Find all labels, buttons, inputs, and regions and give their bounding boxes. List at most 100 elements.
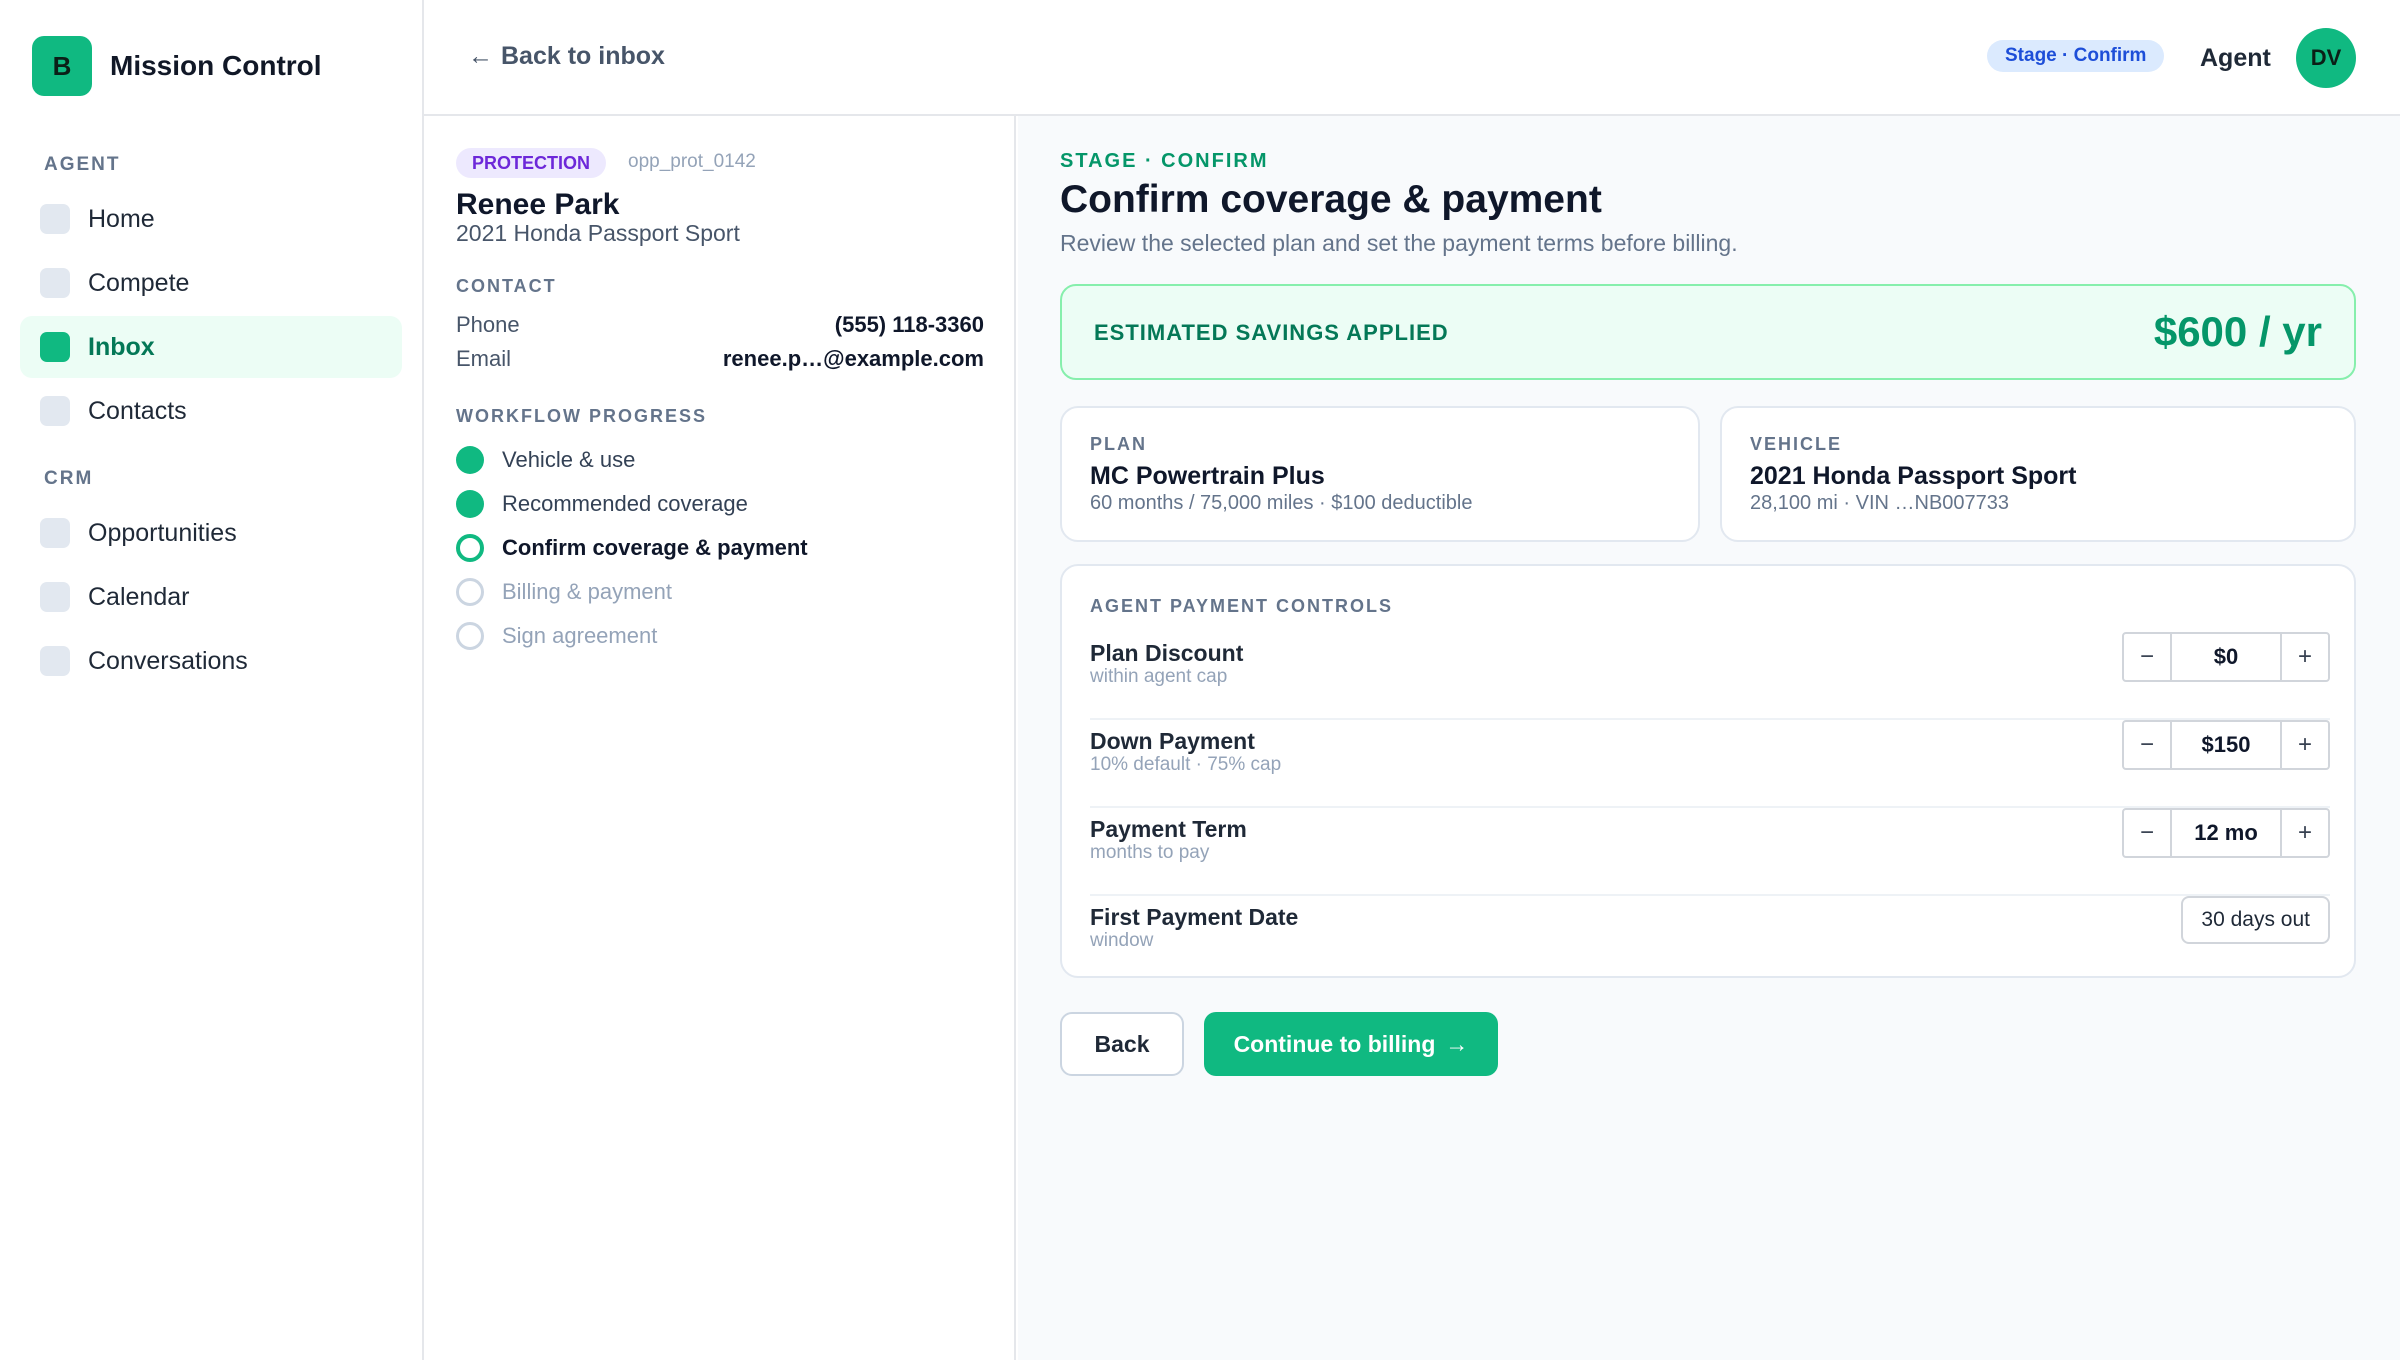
sidebar-item-label: Opportunities <box>88 518 237 547</box>
customer-name: Renee Park <box>456 188 620 221</box>
nav-section-crm: CRM <box>44 468 94 489</box>
sidebar-item-conversations[interactable]: Conversations <box>20 630 402 692</box>
sidebar-item-label: Calendar <box>88 582 190 611</box>
sidebar-item-label: Inbox <box>88 332 155 361</box>
phone-label: Phone <box>456 312 520 337</box>
brand-logo: B <box>32 36 92 96</box>
page-title: Confirm coverage & payment <box>1060 178 1602 221</box>
email-value: renee.p…@example.com <box>722 346 984 371</box>
workflow-step-label: Recommended coverage <box>502 491 748 516</box>
vehicle-details: 28,100 mi · VIN …NB007733 <box>1750 492 2010 514</box>
contact-email-row: Email renee.p…@example.com <box>456 346 984 372</box>
sidebar-item-label: Contacts <box>88 396 187 425</box>
stage-badge: Stage · Confirm <box>1987 40 2165 72</box>
sidebar: B Mission Control AGENT Home Compete Inb… <box>0 0 424 1360</box>
workflow-step: Billing & payment <box>456 578 672 606</box>
phone-value: (555) 118-3360 <box>834 312 984 337</box>
down-payment-value[interactable]: $150 <box>2170 722 2282 768</box>
sidebar-item-label: Compete <box>88 268 190 297</box>
arrow-left-icon: ← <box>468 42 493 70</box>
first-payment-row: First Payment Date window 30 days out <box>1090 896 2330 984</box>
control-subtitle: 10% default · 75% cap <box>1090 754 1282 775</box>
sidebar-item-label: Home <box>88 204 155 233</box>
step-complete-icon <box>456 446 484 474</box>
vehicle-name: 2021 Honda Passport Sport <box>1750 462 2077 490</box>
step-complete-icon <box>456 490 484 518</box>
step-pending-icon <box>456 622 484 650</box>
plan-card-label: PLAN <box>1090 434 1147 454</box>
back-button[interactable]: Back <box>1060 1012 1184 1076</box>
avatar[interactable]: DV <box>2296 28 2356 88</box>
decrement-button[interactable]: − <box>2124 634 2170 680</box>
control-subtitle: window <box>1090 930 1154 951</box>
home-icon <box>40 204 70 234</box>
workflow-step: Recommended coverage <box>456 490 748 518</box>
workflow-step-label: Billing & payment <box>502 579 672 604</box>
customer-vehicle: 2021 Honda Passport Sport <box>456 220 740 246</box>
vehicle-card: VEHICLE 2021 Honda Passport Sport 28,100… <box>1720 406 2356 542</box>
workflow-step: Sign agreement <box>456 622 657 650</box>
workflow-step: Vehicle & use <box>456 446 635 474</box>
increment-button[interactable]: + <box>2282 634 2328 680</box>
savings-banner: ESTIMATED SAVINGS APPLIED $600 / yr <box>1060 284 2356 380</box>
plan-discount-value[interactable]: $0 <box>2170 634 2282 680</box>
agent-label: Agent <box>2200 44 2271 72</box>
workflow-step-label: Confirm coverage & payment <box>502 535 808 560</box>
workflow-section-label: WORKFLOW PROGRESS <box>456 406 707 426</box>
increment-button[interactable]: + <box>2282 810 2328 856</box>
first-payment-select[interactable]: 30 days out <box>2181 896 2330 944</box>
payment-term-row: Payment Term months to pay − 12 mo + <box>1090 808 2330 896</box>
continue-to-billing-label: Continue to billing <box>1233 1030 1436 1057</box>
back-to-inbox-label: Back to inbox <box>501 42 665 70</box>
control-subtitle: within agent cap <box>1090 666 1228 687</box>
plan-discount-stepper: − $0 + <box>2122 632 2330 682</box>
payment-controls-label: AGENT PAYMENT CONTROLS <box>1090 596 1394 616</box>
main-area: ← Back to inbox Stage · Confirm Agent DV… <box>424 0 2400 1360</box>
vehicle-card-label: VEHICLE <box>1750 434 1843 454</box>
sidebar-item-calendar[interactable]: Calendar <box>20 566 402 628</box>
sidebar-item-label: Conversations <box>88 646 248 675</box>
back-to-inbox-link[interactable]: ← Back to inbox <box>468 42 665 71</box>
compete-icon <box>40 268 70 298</box>
workflow-step-current: Confirm coverage & payment <box>456 534 808 562</box>
control-title: Down Payment <box>1090 728 1255 754</box>
nav-section-agent: AGENT <box>44 154 121 175</box>
contact-phone-row: Phone (555) 118-3360 <box>456 312 984 338</box>
inbox-icon <box>40 332 70 362</box>
page-subtitle: Review the selected plan and set the pay… <box>1060 230 1738 256</box>
increment-button[interactable]: + <box>2282 722 2328 768</box>
email-label: Email <box>456 346 512 371</box>
payment-controls-card: AGENT PAYMENT CONTROLS Plan Discount wit… <box>1060 564 2356 978</box>
plan-card: PLAN MC Powertrain Plus 60 months / 75,0… <box>1060 406 1700 542</box>
continue-to-billing-button[interactable]: Continue to billing → <box>1204 1012 1498 1076</box>
contact-section-label: CONTACT <box>456 276 557 296</box>
sidebar-item-contacts[interactable]: Contacts <box>20 380 402 442</box>
brand: B Mission Control <box>32 36 322 96</box>
control-subtitle: months to pay <box>1090 842 1210 863</box>
savings-label: ESTIMATED SAVINGS APPLIED <box>1094 320 1449 345</box>
decrement-button[interactable]: − <box>2124 722 2170 768</box>
customer-detail-panel: PROTECTION opp_prot_0142 Renee Park 2021… <box>424 116 1016 1360</box>
control-title: Payment Term <box>1090 816 1247 842</box>
sidebar-item-compete[interactable]: Compete <box>20 252 402 314</box>
control-title: Plan Discount <box>1090 640 1244 666</box>
workflow-step-label: Sign agreement <box>502 623 658 648</box>
sidebar-item-inbox[interactable]: Inbox <box>20 316 402 378</box>
plan-discount-row: Plan Discount within agent cap − $0 + <box>1090 632 2330 720</box>
plan-terms: 60 months / 75,000 miles · $100 deductib… <box>1090 492 1473 514</box>
workflow-step-label: Vehicle & use <box>502 447 636 472</box>
opportunity-id: opp_prot_0142 <box>628 151 756 172</box>
payment-term-value[interactable]: 12 mo <box>2170 810 2282 856</box>
plan-name: MC Powertrain Plus <box>1090 462 1325 490</box>
topbar: ← Back to inbox Stage · Confirm Agent DV <box>424 0 2400 116</box>
app-window: B Mission Control AGENT Home Compete Inb… <box>0 0 2400 1360</box>
conversations-icon <box>40 646 70 676</box>
payment-term-stepper: − 12 mo + <box>2122 808 2330 858</box>
brand-name: Mission Control <box>110 50 322 81</box>
contacts-icon <box>40 396 70 426</box>
sidebar-item-opportunities[interactable]: Opportunities <box>20 502 402 564</box>
decrement-button[interactable]: − <box>2124 810 2170 856</box>
sidebar-item-home[interactable]: Home <box>20 188 402 250</box>
step-pending-icon <box>456 578 484 606</box>
control-title: First Payment Date <box>1090 904 1299 930</box>
